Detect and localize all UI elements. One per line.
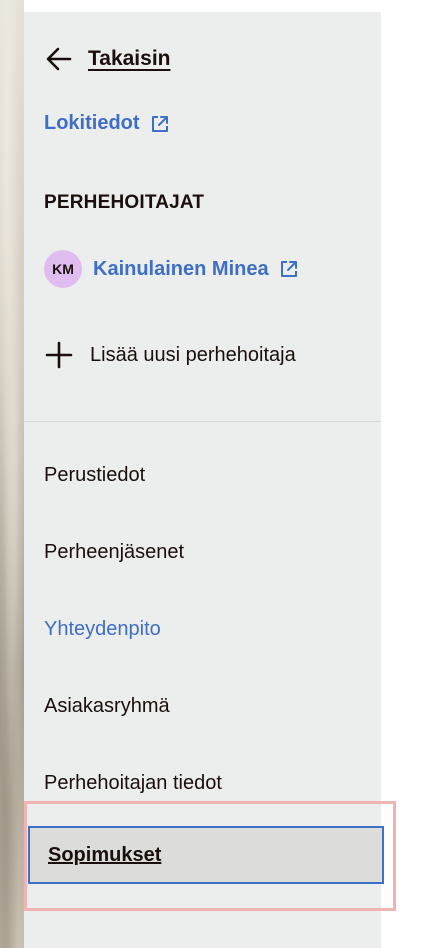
log-details-link[interactable]: Lokitiedot <box>44 112 170 135</box>
nav-item-perhehoitajan-tiedot[interactable]: Perhehoitajan tiedot <box>44 772 222 795</box>
back-label: Takaisin <box>88 47 171 70</box>
arrow-left-icon <box>46 47 72 71</box>
external-link-icon <box>151 115 168 132</box>
divider <box>24 421 381 422</box>
caregiver-link[interactable]: Kainulainen Minea <box>93 258 299 281</box>
external-link-icon <box>280 261 297 277</box>
background-image-strip <box>0 0 24 948</box>
nav-item-asiakasryhma[interactable]: Asiakasryhmä <box>44 695 170 718</box>
add-caregiver-label: Lisää uusi perhehoitaja <box>90 343 296 366</box>
highlight-outline: Sopimukset <box>24 801 396 911</box>
sidebar: Takaisin Lokitiedot PERHEHOITAJAT KM Kai… <box>24 12 396 948</box>
avatar: KM <box>44 250 82 288</box>
back-link[interactable]: Takaisin <box>44 44 170 74</box>
log-details-label: Lokitiedot <box>44 112 140 134</box>
caregiver-row: KM Kainulainen Minea <box>44 250 299 288</box>
nav-item-perustiedot[interactable]: Perustiedot <box>44 464 145 487</box>
caregivers-heading: PERHEHOITAJAT <box>44 192 205 213</box>
add-caregiver-button[interactable]: Lisää uusi perhehoitaja <box>44 340 296 370</box>
nav-item-yhteydenpito[interactable]: Yhteydenpito <box>44 618 161 641</box>
nav-item-perheenjasenet[interactable]: Perheenjäsenet <box>44 541 184 564</box>
caregiver-name: Kainulainen Minea <box>93 257 269 280</box>
nav-item-sopimukset[interactable]: Sopimukset <box>28 826 384 884</box>
plus-icon <box>45 341 73 369</box>
nav-item-sopimukset-label: Sopimukset <box>48 843 162 866</box>
